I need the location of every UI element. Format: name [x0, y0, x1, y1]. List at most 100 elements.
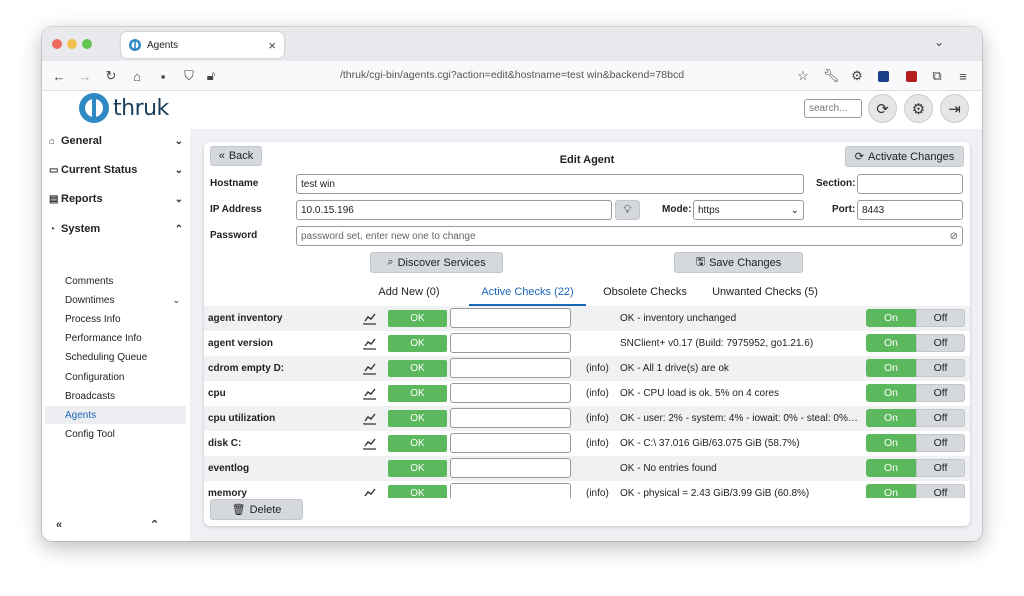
- section-field[interactable]: [857, 174, 963, 194]
- check-output: OK - user: 2% - system: 4% - iowait: 0% …: [620, 413, 858, 424]
- expand-all-icon[interactable]: ⌃: [150, 518, 159, 531]
- info-link[interactable]: (info): [586, 388, 609, 399]
- status-badge: OK: [388, 310, 447, 327]
- puzzle-icon[interactable]: ⧉: [928, 67, 946, 85]
- address-bar[interactable]: /thruk/cgi-bin/agents.cgi?action=edit&ho…: [42, 69, 982, 81]
- info-link[interactable]: (info): [586, 488, 609, 498]
- toggle-on-button[interactable]: On: [866, 359, 916, 377]
- bookmark-star-icon[interactable]: ☆: [794, 67, 812, 85]
- tab-add-new[interactable]: Add New (0): [369, 282, 449, 306]
- toggle-off-button[interactable]: Off: [916, 484, 965, 498]
- sidebar-section-current-status[interactable]: ▭ Current Status ⌄: [49, 161, 183, 179]
- check-output: OK - CPU load is ok. 5% on 4 cores: [620, 388, 779, 399]
- tab-close-icon[interactable]: ×: [268, 38, 276, 53]
- toggle-off-button[interactable]: Off: [916, 434, 965, 452]
- password-placeholder: password set, enter new one to change: [301, 230, 476, 242]
- toggle-off-button[interactable]: Off: [916, 309, 965, 327]
- check-args-input[interactable]: [450, 308, 571, 328]
- lookup-ip-button[interactable]: 💡︎: [615, 200, 640, 220]
- ip-address-field[interactable]: 10.0.15.196: [296, 200, 612, 220]
- check-args-input[interactable]: [450, 333, 571, 353]
- hamburger-menu-icon[interactable]: ≡: [954, 67, 972, 85]
- activate-changes-button[interactable]: ⟳ Activate Changes: [845, 146, 964, 167]
- sidebar-item-process-info[interactable]: Process Info: [45, 310, 186, 328]
- info-link[interactable]: (info): [586, 363, 609, 374]
- sidebar-item-broadcasts[interactable]: Broadcasts: [45, 387, 186, 405]
- logout-button[interactable]: ⇥: [940, 94, 969, 123]
- status-badge: OK: [388, 435, 447, 452]
- toggle-on-button[interactable]: On: [866, 484, 916, 498]
- extension-blue-icon[interactable]: [874, 67, 892, 85]
- table-row: disk C: OK (info) OK - C:\ 37.016 GiB/63.07…: [204, 431, 970, 456]
- sidebar-item-performance-info[interactable]: Performance Info: [45, 329, 186, 347]
- check-args-input[interactable]: [450, 433, 571, 453]
- check-args-input[interactable]: [450, 483, 571, 498]
- ublock-icon[interactable]: [902, 67, 920, 85]
- eye-slash-icon[interactable]: ⊘: [950, 231, 958, 242]
- hostname-field[interactable]: test win: [296, 174, 804, 194]
- toggle-off-button[interactable]: Off: [916, 459, 965, 477]
- port-field[interactable]: 8443: [857, 200, 963, 220]
- check-args-input[interactable]: [450, 408, 571, 428]
- check-args-input[interactable]: [450, 383, 571, 403]
- thruk-logo[interactable]: thruk: [79, 93, 169, 123]
- save-changes-button[interactable]: 🖫︎ Save Changes: [674, 252, 803, 273]
- tab-obsolete-checks[interactable]: Obsolete Checks (0): [595, 282, 695, 318]
- zoom-window-button[interactable]: [82, 39, 92, 49]
- toggle-on-button[interactable]: On: [866, 409, 916, 427]
- browser-tab[interactable]: Agents ×: [121, 32, 284, 58]
- chart-line-icon[interactable]: [363, 311, 377, 325]
- check-args-input[interactable]: [450, 358, 571, 378]
- chevron-down-icon: ⌄: [174, 193, 183, 205]
- delete-button[interactable]: 🗑︎ Delete: [210, 499, 303, 520]
- discover-services-button[interactable]: ⌕ Discover Services: [370, 252, 503, 273]
- chart-line-icon[interactable]: [363, 336, 377, 350]
- toggle-on-button[interactable]: On: [866, 384, 916, 402]
- collapse-sidebar-icon[interactable]: «: [56, 519, 62, 531]
- toggle-off-button[interactable]: Off: [916, 409, 965, 427]
- gear-icon: ⚙: [911, 100, 926, 118]
- sidebar-item-configuration[interactable]: Configuration: [45, 368, 186, 386]
- sidebar-item-comments[interactable]: Comments: [45, 272, 186, 290]
- wrench-icon[interactable]: 🔧︎: [822, 67, 840, 85]
- toggle-on-button[interactable]: On: [866, 334, 916, 352]
- search-input[interactable]: [804, 99, 862, 118]
- toggle-off-button[interactable]: Off: [916, 384, 965, 402]
- chevron-down-icon: ⌄: [790, 204, 799, 216]
- sidebar-section-reports[interactable]: ▤ Reports ⌄: [49, 190, 183, 208]
- tab-list-chevron-icon[interactable]: ⌄: [934, 35, 944, 49]
- minimize-window-button[interactable]: [67, 39, 77, 49]
- checks-list: agent inventory OK OK - inventory unchange…: [204, 306, 970, 498]
- checks-tabs: Add New (0) Active Checks (22) Obsolete …: [204, 282, 970, 318]
- delete-button-label: Delete: [249, 503, 282, 516]
- check-output: OK - C:\ 37.016 GiB/63.075 GiB (58.7%): [620, 438, 800, 449]
- toggle-off-button[interactable]: Off: [916, 359, 965, 377]
- sidebar-item-config-tool[interactable]: Config Tool: [45, 425, 186, 443]
- settings-button[interactable]: ⚙: [904, 94, 933, 123]
- toggle-on-button[interactable]: On: [866, 459, 916, 477]
- check-args-input[interactable]: [450, 458, 571, 478]
- toggle-on-button[interactable]: On: [866, 309, 916, 327]
- toggle-off-button[interactable]: Off: [916, 334, 965, 352]
- info-link[interactable]: (info): [586, 438, 609, 449]
- mode-select[interactable]: https ⌄: [693, 200, 804, 220]
- chart-line-icon[interactable]: [363, 386, 377, 400]
- refresh-button[interactable]: ⟳: [868, 94, 897, 123]
- chart-line-icon[interactable]: [363, 411, 377, 425]
- gear-icon[interactable]: ⚙: [848, 67, 866, 85]
- sidebar-item-agents[interactable]: Agents: [45, 406, 186, 424]
- sidebar-item-downtimes[interactable]: Downtimes ⌄: [45, 291, 186, 309]
- chart-line-icon[interactable]: [363, 361, 377, 375]
- toggle-on-button[interactable]: On: [866, 434, 916, 452]
- sidebar-section-general[interactable]: ⌂ General ⌄: [49, 132, 183, 150]
- chevron-down-icon[interactable]: ⌄: [172, 295, 180, 306]
- tab-unwanted-checks[interactable]: Unwanted Checks (5): [712, 282, 818, 306]
- chart-line-icon[interactable]: [363, 436, 377, 450]
- info-link[interactable]: (info): [586, 413, 609, 424]
- chart-line-icon[interactable]: [363, 486, 377, 498]
- password-field[interactable]: password set, enter new one to change ⊘: [296, 226, 963, 246]
- sidebar-item-scheduling-queue[interactable]: Scheduling Queue: [45, 348, 186, 366]
- close-window-button[interactable]: [52, 39, 62, 49]
- tab-active-checks[interactable]: Active Checks (22): [469, 282, 586, 306]
- sidebar-section-system[interactable]: ◔ System ⌃: [49, 220, 183, 238]
